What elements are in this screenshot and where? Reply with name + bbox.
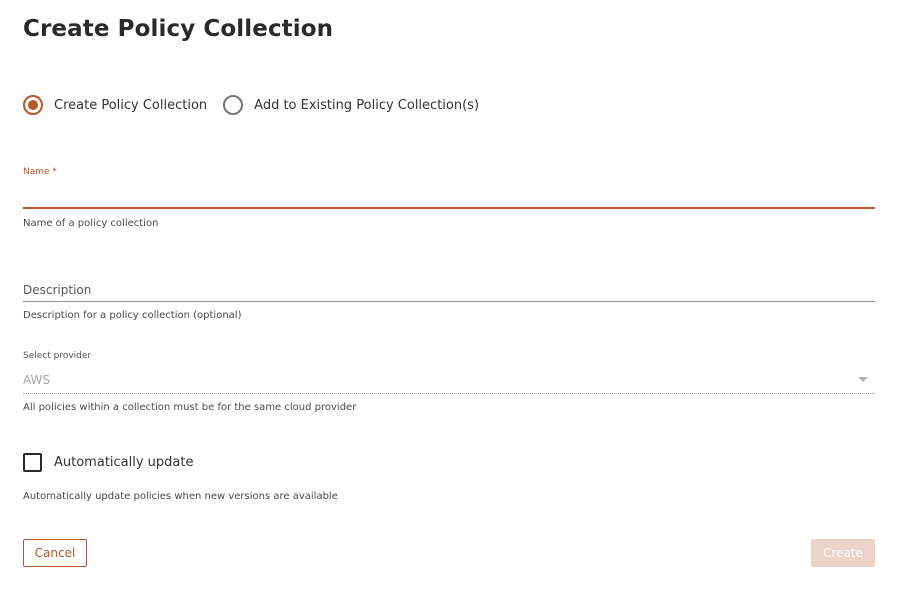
description-field-helper: Description for a policy collection (opt…	[23, 310, 242, 321]
provider-field-label: Select provider	[23, 351, 92, 361]
caret-down-icon	[858, 377, 868, 382]
radio-label-create: Create Policy Collection	[54, 97, 208, 113]
radio-dot	[28, 100, 38, 110]
name-field[interactable]	[23, 182, 875, 209]
radio-add-to-existing[interactable]: Add to Existing Policy Collection(s)	[223, 95, 479, 115]
name-field-label: Name *	[23, 167, 57, 177]
radio-unchecked-icon[interactable]	[223, 95, 244, 115]
create-button[interactable]: Create	[811, 539, 875, 567]
auto-update-label: Automatically update	[54, 455, 194, 470]
name-field-helper: Name of a policy collection	[23, 218, 159, 229]
auto-update-helper: Automatically update policies when new v…	[23, 491, 338, 502]
auto-update-checkbox[interactable]	[23, 453, 42, 472]
radio-create-policy-collection[interactable]: Create Policy Collection	[23, 95, 207, 115]
radio-checked-icon[interactable]	[23, 95, 43, 115]
radio-label-add-existing: Add to Existing Policy Collection(s)	[254, 97, 480, 113]
provider-field-helper: All policies within a collection must be…	[23, 402, 357, 413]
auto-update-checkbox-row[interactable]: Automatically update	[23, 453, 194, 472]
provider-select[interactable]: AWS	[23, 370, 875, 394]
dialog-title: Create Policy Collection	[23, 16, 334, 42]
provider-select-value: AWS	[23, 373, 51, 387]
create-policy-collection-dialog: Create Policy Collection Create Policy C…	[0, 0, 898, 603]
cancel-button[interactable]: Cancel	[23, 539, 87, 567]
description-field[interactable]	[23, 278, 875, 302]
mode-radio-group: Create Policy Collection Add to Existing…	[23, 94, 495, 116]
